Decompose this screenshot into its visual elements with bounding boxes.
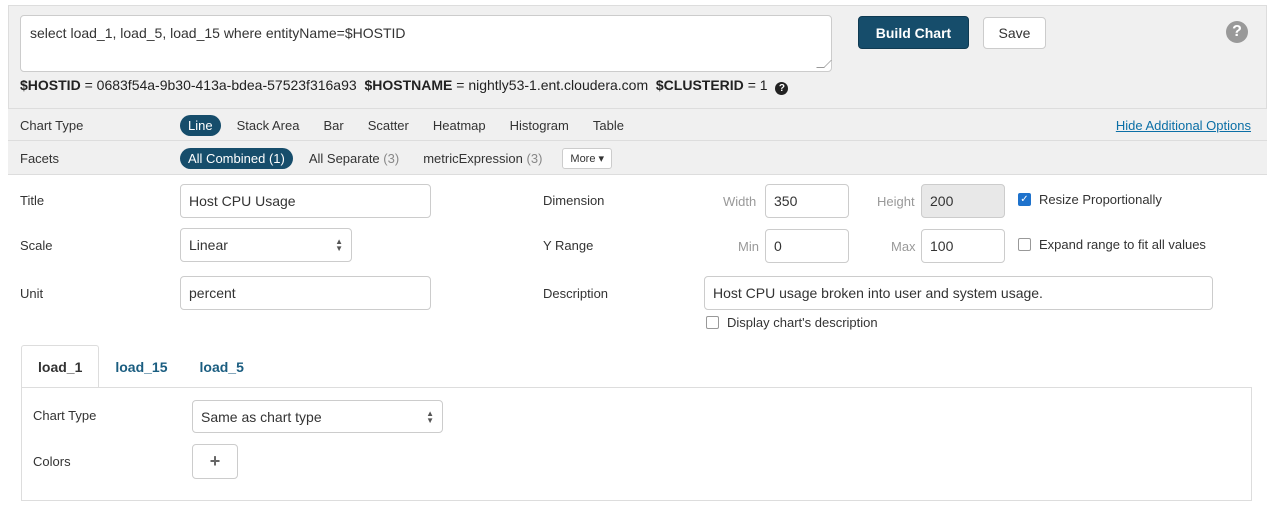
description-value: Host CPU usage broken into user and syst… (713, 285, 1043, 301)
facets-label: Facets (20, 151, 60, 166)
scale-select[interactable]: Linear ▲ ▼ (180, 228, 352, 262)
display-description-label: Display chart's description (727, 315, 878, 330)
display-description-checkbox[interactable] (706, 316, 719, 329)
caret-down-icon: ▾ (595, 153, 605, 165)
more-dropdown-button[interactable]: More ▾ (562, 148, 613, 169)
var-equals: = (747, 77, 756, 93)
dimension-label: Dimension (543, 193, 605, 208)
var-hostid-value: 0683f54a-9b30-413a-bdea-57523f316a93 (96, 77, 357, 93)
var-hostid-name: $HOSTID (20, 77, 81, 93)
facet-option-count: (3) (526, 151, 543, 166)
width-input[interactable]: 350 (765, 184, 849, 218)
chart-type-option[interactable]: Heatmap (425, 115, 494, 136)
series-chart-type-value: Same as chart type (201, 408, 322, 425)
height-input: 200 (921, 184, 1005, 218)
max-label: Max (891, 239, 916, 254)
hide-additional-options-link[interactable]: Hide Additional Options (1116, 118, 1251, 133)
chart-type-option[interactable]: Histogram (502, 115, 577, 136)
width-label: Width (723, 194, 757, 209)
var-equals: = (456, 77, 465, 93)
resize-proportionally-checkbox[interactable]: ✓ (1018, 193, 1031, 206)
max-value: 100 (930, 238, 954, 254)
series-tab-panel: Chart Type Same as chart type ▲ ▼ Colors … (21, 387, 1252, 501)
variables-line: $HOSTID = 0683f54a-9b30-413a-bdea-57523f… (20, 77, 789, 95)
help-icon[interactable]: ? (1226, 21, 1248, 43)
info-icon[interactable]: ? (775, 82, 789, 95)
save-button[interactable]: Save (983, 17, 1046, 49)
height-label: Height (877, 194, 915, 209)
add-color-button[interactable]: + (192, 444, 238, 479)
plus-icon: + (209, 451, 221, 471)
more-label: More (570, 153, 596, 165)
query-textarea[interactable]: select load_1, load_5, load_15 where ent… (20, 15, 832, 72)
facet-option-name: All Separate (308, 151, 380, 166)
series-chart-type-select[interactable]: Same as chart type ▲ ▼ (192, 400, 443, 433)
facet-option-count: (3) (383, 151, 400, 166)
facet-option[interactable]: All Separate (3) (301, 148, 407, 169)
chart-type-option[interactable]: Stack Area (229, 115, 308, 136)
resize-grip-icon[interactable] (816, 60, 832, 68)
query-text: select load_1, load_5, load_15 where ent… (30, 25, 406, 41)
series-tab[interactable]: load_15 (99, 345, 183, 388)
chart-type-row: Chart Type Line Stack Area Bar Scatter Heatm… (8, 108, 1267, 140)
expand-range-checkbox[interactable] (1018, 238, 1031, 251)
build-chart-button[interactable]: Build Chart (858, 16, 969, 49)
chart-options-form: Title Host CPU Usage Scale Linear ▲ ▼ Uni… (8, 174, 1267, 512)
var-equals: = (84, 77, 93, 93)
facet-option-name: All Combined (188, 151, 266, 166)
chart-type-option[interactable]: Table (585, 115, 632, 136)
var-hostname-name: $HOSTNAME (364, 77, 453, 93)
series-chart-type-label: Chart Type (33, 408, 97, 423)
select-arrows-icon: ▲ ▼ (335, 237, 343, 253)
series-tabs: load_1 load_15 load_5 (21, 345, 260, 388)
scale-value: Linear (189, 237, 228, 253)
expand-range-label: Expand range to fit all values (1039, 237, 1206, 252)
chart-type-options: Line Stack Area Bar Scatter Heatmap Histogram… (180, 115, 640, 136)
facet-options: All Combined (1) All Separate (3) metricEx… (180, 148, 613, 169)
select-arrows-icon: ▲ ▼ (426, 408, 434, 425)
y-range-label: Y Range (543, 238, 594, 253)
scale-label: Scale (20, 238, 53, 253)
title-label: Title (20, 193, 45, 208)
width-value: 350 (774, 193, 798, 209)
unit-label: Unit (20, 286, 44, 301)
resize-proportionally-label: Resize Proportionally (1039, 192, 1162, 207)
chart-type-label: Chart Type (20, 118, 84, 133)
colors-label: Colors (33, 454, 71, 469)
max-input[interactable]: 100 (921, 229, 1005, 263)
facet-option-count: (1) (268, 151, 285, 166)
min-label: Min (738, 239, 759, 254)
description-input[interactable]: Host CPU usage broken into user and syst… (704, 276, 1213, 310)
var-clusterid-name: $CLUSTERID (655, 77, 744, 93)
facet-option-name: metricExpression (423, 151, 523, 166)
chart-type-option[interactable]: Bar (315, 115, 351, 136)
var-clusterid-value: 1 (759, 77, 768, 93)
chart-type-option[interactable]: Scatter (360, 115, 417, 136)
facet-option[interactable]: metricExpression (3) (415, 148, 550, 169)
var-hostname-value: nightly53-1.ent.cloudera.com (468, 77, 649, 93)
series-tab[interactable]: load_1 (21, 345, 100, 388)
min-input[interactable]: 0 (765, 229, 849, 263)
height-value: 200 (930, 193, 954, 209)
facet-option[interactable]: All Combined (1) (180, 148, 293, 169)
chart-type-option[interactable]: Line (180, 115, 221, 136)
title-input[interactable]: Host CPU Usage (180, 184, 431, 218)
unit-value: percent (189, 285, 236, 301)
min-value: 0 (774, 238, 782, 254)
series-tab[interactable]: load_5 (184, 345, 260, 388)
unit-input[interactable]: percent (180, 276, 431, 310)
description-label: Description (543, 286, 609, 301)
title-value: Host CPU Usage (189, 193, 296, 209)
facets-row: Facets All Combined (1) All Separate (3) m… (8, 140, 1267, 174)
